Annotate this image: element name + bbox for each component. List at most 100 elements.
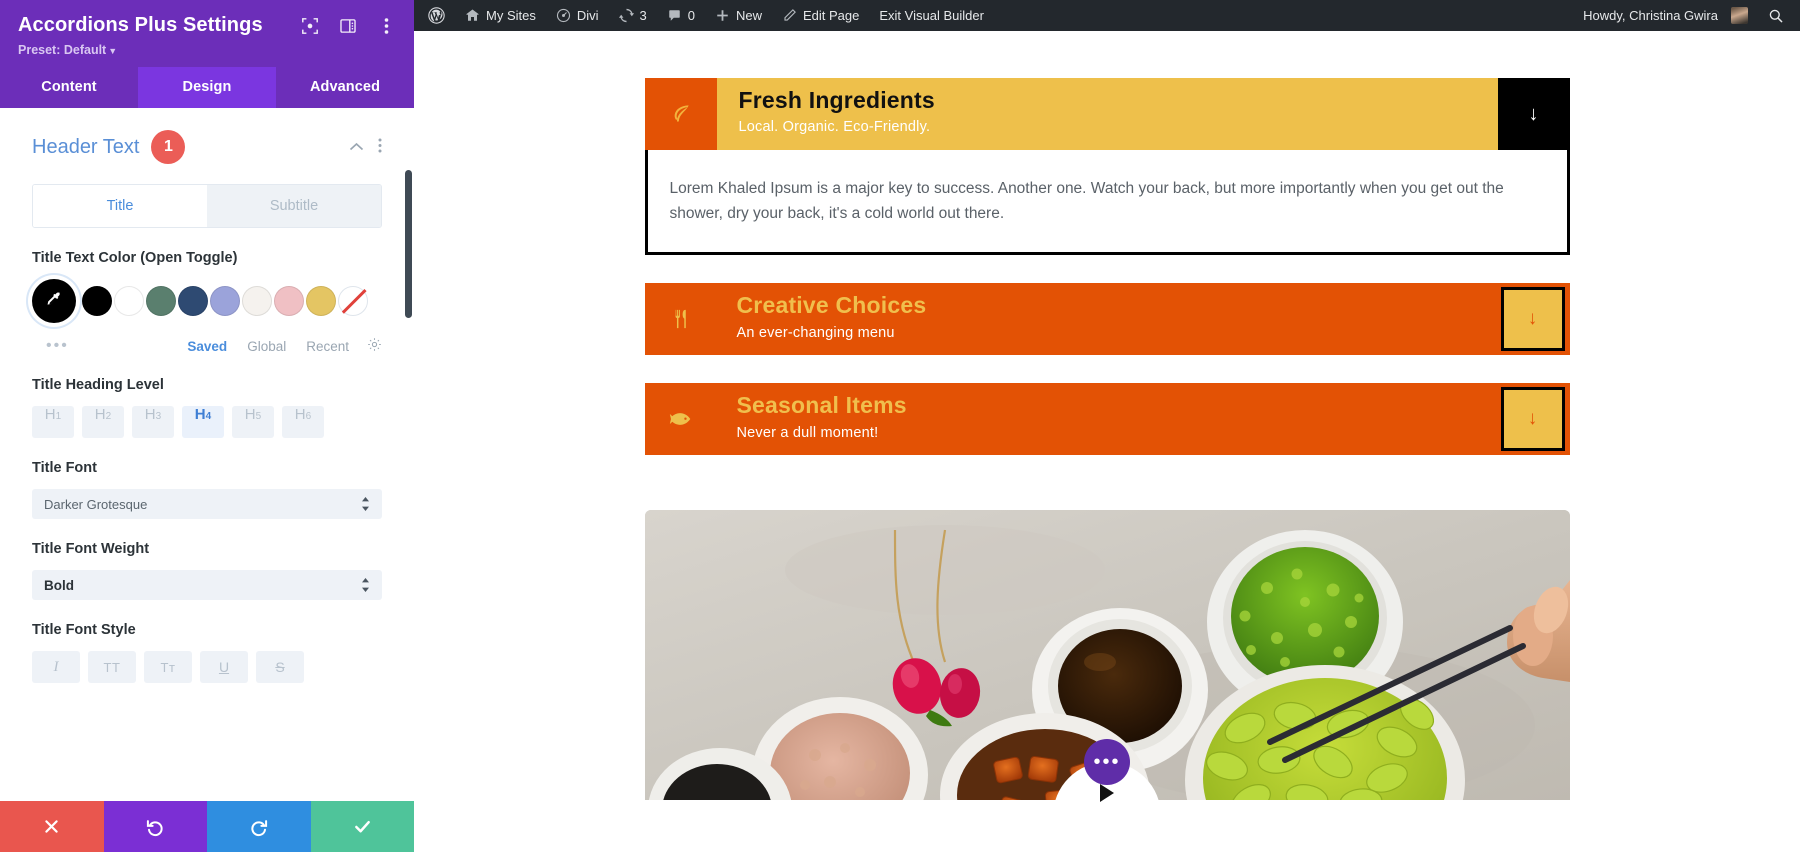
field-label: Title Font Weight: [32, 541, 150, 557]
tab-title[interactable]: Title: [33, 185, 207, 227]
gear-icon[interactable]: [367, 337, 382, 355]
visual-builder-canvas: Fresh Ingredients Local. Organic. Eco-Fr…: [414, 31, 1800, 852]
wordpress-logo-icon: [428, 7, 445, 24]
tab-content[interactable]: Content: [0, 67, 138, 108]
admin-bar-my-sites[interactable]: My Sites: [455, 0, 546, 31]
admin-bar-search[interactable]: [1758, 0, 1800, 31]
settings-footer: [0, 801, 414, 852]
tab-subtitle[interactable]: Subtitle: [207, 185, 381, 227]
leaf-icon: [644, 78, 717, 150]
heading-level-h1[interactable]: H1: [32, 406, 74, 438]
color-tab-global[interactable]: Global: [247, 339, 286, 354]
tab-design[interactable]: Design: [138, 67, 276, 108]
underline-button[interactable]: U: [200, 651, 248, 683]
media-section: •••: [644, 510, 1570, 835]
h-number: 2: [105, 411, 112, 422]
h-number: 5: [255, 411, 262, 422]
settings-scroll-content: Header Text 1 Title Subtitle Title Text …: [0, 108, 414, 723]
preset-selector[interactable]: Preset: Default ▼: [18, 43, 396, 57]
accordion-toggle-button-1[interactable]: ↓: [1497, 78, 1570, 150]
preset-label: Preset: Default: [18, 43, 107, 57]
heading-level-buttons: H1 H2 H3 H4 H5 H6: [32, 406, 382, 438]
title-font-select[interactable]: Darker Grotesque: [32, 489, 382, 519]
title-heading-level-field: Title Heading Level H1 H2 H3 H4 H5 H6: [32, 377, 382, 438]
swatch-periwinkle[interactable]: [210, 286, 240, 316]
color-tab-saved[interactable]: Saved: [187, 339, 227, 354]
swatch-white[interactable]: [114, 286, 144, 316]
h-letter: H: [44, 406, 56, 423]
swatch-pink[interactable]: [274, 286, 304, 316]
color-picker-button[interactable]: [32, 279, 76, 323]
kebab-menu-icon[interactable]: [376, 16, 396, 36]
h-number: 1: [55, 411, 62, 422]
h-letter: H: [244, 406, 256, 423]
italic-button[interactable]: I: [32, 651, 80, 683]
accordion-title: Fresh Ingredients: [738, 87, 935, 113]
accordion-toggle-button-3[interactable]: ↓: [1500, 387, 1565, 452]
admin-bar-new[interactable]: New: [705, 0, 772, 31]
swatch-navy[interactable]: [178, 286, 208, 316]
admin-bar-edit-page[interactable]: Edit Page: [772, 0, 869, 31]
strikethrough-button[interactable]: S: [256, 651, 304, 683]
swatch-green[interactable]: [146, 286, 176, 316]
admin-bar-label: 3: [639, 8, 647, 23]
divi-icon: [556, 8, 571, 23]
accordion-header-1[interactable]: Fresh Ingredients Local. Organic. Eco-Fr…: [644, 78, 1570, 150]
swatch-offwhite[interactable]: [242, 286, 272, 316]
title-subtitle-tabs: Title Subtitle: [32, 184, 382, 228]
uppercase-button[interactable]: TT: [88, 651, 136, 683]
field-label: Title Font Style: [32, 622, 136, 638]
panel-scrollbar[interactable]: [405, 170, 412, 318]
admin-bar-exit-visual-builder[interactable]: Exit Visual Builder: [869, 0, 994, 31]
module-actions-button[interactable]: •••: [1084, 739, 1130, 786]
more-colors-icon[interactable]: •••: [46, 337, 69, 355]
swatch-black[interactable]: [82, 286, 112, 316]
title-font-field: Title Font Darker Grotesque: [32, 460, 382, 519]
field-label: Title Text Color (Open Toggle): [32, 250, 238, 266]
admin-bar-divi[interactable]: Divi: [546, 0, 609, 31]
app-screen: My Sites Divi 3 0 New Edit Page Exit Vis…: [0, 0, 1800, 852]
accordion-item-2[interactable]: Creative Choices An ever-changing menu ↓: [644, 283, 1570, 356]
heading-level-h2[interactable]: H2: [82, 406, 124, 438]
h-letter: H: [144, 406, 156, 423]
heading-level-h4[interactable]: H4: [182, 406, 224, 438]
admin-bar-comments[interactable]: 0: [657, 0, 705, 31]
admin-bar-label: Exit Visual Builder: [879, 8, 984, 23]
wordpress-admin-bar: My Sites Divi 3 0 New Edit Page Exit Vis…: [414, 0, 1800, 31]
field-label: Title Heading Level: [32, 377, 164, 393]
section-kebab-icon[interactable]: [378, 138, 382, 157]
save-button[interactable]: [310, 801, 414, 852]
accordion-toggle-button-2[interactable]: ↓: [1500, 287, 1565, 352]
layout-toggle-icon[interactable]: [338, 16, 358, 36]
undo-button[interactable]: [103, 801, 207, 852]
admin-bar-wp-logo[interactable]: [414, 0, 455, 31]
color-tab-recent[interactable]: Recent: [306, 339, 349, 354]
accordion-item-3[interactable]: Seasonal Items Never a dull moment! ↓: [644, 383, 1570, 456]
admin-bar-updates[interactable]: 3: [609, 0, 657, 31]
color-swatch-row: [32, 279, 382, 323]
section-header-text[interactable]: Header Text 1: [32, 108, 382, 170]
settings-tabs: Content Design Advanced: [0, 67, 414, 108]
heading-level-h5[interactable]: H5: [232, 406, 274, 438]
heading-level-h3[interactable]: H3: [132, 406, 174, 438]
title-font-style-field: Title Font Style I TT Tᴛ U S: [32, 622, 382, 683]
swatch-gold[interactable]: [306, 286, 336, 316]
title-font-weight-select[interactable]: Bold: [32, 570, 382, 600]
chevron-updown-icon: [361, 497, 370, 511]
accordion-subtitle: Local. Organic. Eco-Friendly.: [738, 118, 931, 135]
focus-icon[interactable]: [300, 16, 320, 36]
accordion-module: Fresh Ingredients Local. Organic. Eco-Fr…: [644, 78, 1570, 456]
redo-button[interactable]: [207, 801, 311, 852]
small-caps-button[interactable]: Tᴛ: [144, 651, 192, 683]
tab-advanced[interactable]: Advanced: [276, 67, 414, 108]
updates-icon: [618, 8, 634, 23]
accordion-title: Creative Choices: [736, 292, 927, 319]
swatch-no-color[interactable]: [338, 286, 368, 316]
h-letter: H: [294, 406, 306, 423]
accordion-header-text-2: Creative Choices An ever-changing menu: [717, 283, 1501, 355]
field-label: Title Font: [32, 460, 97, 476]
heading-level-h6[interactable]: H6: [282, 406, 324, 438]
cancel-button[interactable]: [0, 801, 104, 852]
admin-bar-howdy[interactable]: Howdy, Christina Gwira: [1573, 0, 1758, 31]
chevron-up-icon[interactable]: [349, 139, 364, 155]
